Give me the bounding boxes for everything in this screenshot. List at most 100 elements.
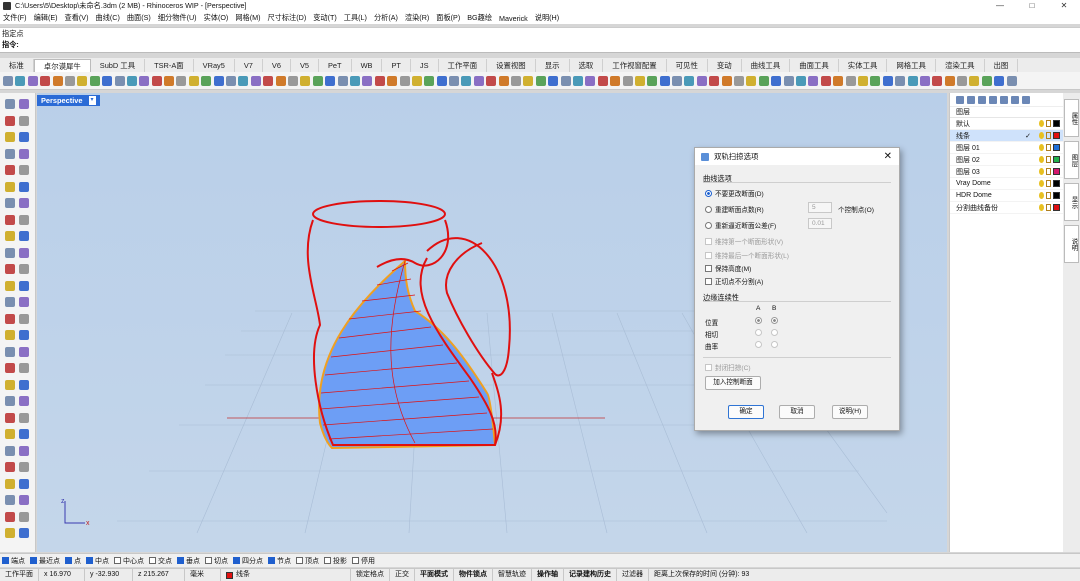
minimize-button[interactable]: — xyxy=(984,0,1016,12)
toolbar-tool-icon[interactable] xyxy=(126,75,137,86)
toolbar-tool-icon[interactable] xyxy=(895,75,906,86)
menu-item[interactable]: 曲面(S) xyxy=(127,13,151,23)
toolbar-tool-icon[interactable] xyxy=(882,75,893,86)
toolbar-tool-icon[interactable] xyxy=(585,75,596,86)
toolbar-tool-icon[interactable] xyxy=(89,75,100,86)
menu-item[interactable]: 网格(M) xyxy=(235,13,260,23)
maximize-button[interactable]: □ xyxy=(1016,0,1048,12)
cplane-label[interactable]: 工作平面 xyxy=(0,569,39,581)
left-tool-icon[interactable] xyxy=(5,379,15,390)
lock-icon[interactable] xyxy=(1046,156,1051,163)
toolbar-tool-icon[interactable] xyxy=(461,75,472,86)
visible-bulb-icon[interactable] xyxy=(1039,120,1044,127)
layer-color-swatch[interactable] xyxy=(1053,168,1060,175)
toolbar-tool-icon[interactable] xyxy=(721,75,732,86)
toolbar-tool-icon[interactable] xyxy=(275,75,286,86)
toolbar-tool-icon[interactable] xyxy=(932,75,943,86)
left-tool-icon[interactable] xyxy=(19,214,29,225)
toolbar-tool-icon[interactable] xyxy=(622,75,633,86)
lock-icon[interactable] xyxy=(1046,132,1051,139)
toolbar-tool-icon[interactable] xyxy=(597,75,608,86)
visible-bulb-icon[interactable] xyxy=(1039,132,1044,139)
layer-row[interactable]: 分割曲线备份 xyxy=(950,202,1063,214)
toolbar-tool-icon[interactable] xyxy=(771,75,782,86)
toolbar-tool-icon[interactable] xyxy=(27,75,38,86)
toolbar-tool-icon[interactable] xyxy=(672,75,683,86)
layer-color-swatch[interactable] xyxy=(1053,204,1060,211)
left-tool-icon[interactable] xyxy=(5,297,15,307)
visible-bulb-icon[interactable] xyxy=(1039,204,1044,211)
left-tool-icon[interactable] xyxy=(5,511,15,522)
toolbar-tool-icon[interactable] xyxy=(845,75,856,86)
toolbar-tool-icon[interactable] xyxy=(64,75,75,86)
toolbar-tool-icon[interactable] xyxy=(684,75,695,86)
osnap-toggle[interactable]: 垂点 xyxy=(177,556,200,566)
toolbar-tool-icon[interactable] xyxy=(572,75,583,86)
left-tool-icon[interactable] xyxy=(5,148,15,159)
toolbar-tool-icon[interactable] xyxy=(746,75,757,86)
radio-a-position[interactable] xyxy=(755,317,762,324)
toolbar-tool-icon[interactable] xyxy=(808,75,819,86)
toolbar-tab[interactable]: SubD 工具 xyxy=(91,59,146,72)
toolbar-tab[interactable]: 出图 xyxy=(985,59,1019,72)
osnap-checkbox[interactable] xyxy=(65,557,72,564)
viewport-menu-icon[interactable]: ▾ xyxy=(88,96,96,105)
osnap-checkbox[interactable] xyxy=(352,557,359,564)
toolbar-tool-icon[interactable] xyxy=(40,75,51,86)
left-tool-icon[interactable] xyxy=(5,462,15,472)
side-tab[interactable]: 属性 xyxy=(1064,99,1079,137)
toolbar-tool-icon[interactable] xyxy=(263,75,274,86)
menu-item[interactable]: 工具(L) xyxy=(344,13,367,23)
toolbar-tool-icon[interactable] xyxy=(1006,75,1017,86)
option-no-change[interactable]: 不要更改断面(D) xyxy=(705,188,764,198)
toolbar-tool-icon[interactable] xyxy=(3,75,13,86)
left-tool-icon[interactable] xyxy=(19,429,29,439)
toolbar-tab[interactable]: WB xyxy=(352,59,383,72)
ok-button[interactable]: 确定 xyxy=(728,405,764,419)
osnap-checkbox[interactable] xyxy=(268,557,275,564)
left-tool-icon[interactable] xyxy=(19,297,29,307)
toolbar-tool-icon[interactable] xyxy=(77,75,88,86)
left-tool-icon[interactable] xyxy=(19,115,29,126)
command-prompt[interactable]: 指令: xyxy=(0,39,1080,50)
radio-a-curvature[interactable] xyxy=(755,341,762,348)
toolbar-tool-icon[interactable] xyxy=(139,75,150,86)
side-tab[interactable]: 显示 xyxy=(1064,183,1079,221)
swept-surface[interactable] xyxy=(318,258,497,450)
left-tool-icon[interactable] xyxy=(19,445,29,456)
toolbar-tool-icon[interactable] xyxy=(349,75,360,86)
toolbar-tool-icon[interactable] xyxy=(300,75,311,86)
status-toggle-button[interactable]: 正交 xyxy=(390,569,415,581)
osnap-checkbox[interactable] xyxy=(324,557,331,564)
layer-color-swatch[interactable] xyxy=(1053,132,1060,139)
lock-icon[interactable] xyxy=(1046,120,1051,127)
new-sublayer-icon[interactable] xyxy=(967,95,975,104)
toolbar-tool-icon[interactable] xyxy=(226,75,237,86)
layer-color-swatch[interactable] xyxy=(1053,120,1060,127)
toolbar-tool-icon[interactable] xyxy=(734,75,745,86)
left-tool-icon[interactable] xyxy=(5,478,15,489)
toolbar-tool-icon[interactable] xyxy=(15,75,26,86)
left-tool-icon[interactable] xyxy=(5,429,15,439)
left-tool-icon[interactable] xyxy=(19,495,29,505)
toolbar-tool-icon[interactable] xyxy=(114,75,125,86)
left-tool-icon[interactable] xyxy=(5,165,15,175)
menu-item[interactable]: BG趣绘 xyxy=(467,13,492,23)
radio-b-curvature[interactable] xyxy=(771,341,778,348)
left-tool-icon[interactable] xyxy=(5,99,15,109)
toolbar-tab[interactable]: 变动 xyxy=(708,59,742,72)
toolbar-tool-icon[interactable] xyxy=(362,75,373,86)
toolbar-tab[interactable]: V6 xyxy=(263,59,291,72)
toolbar-tool-icon[interactable] xyxy=(176,75,187,86)
toolbar-tool-icon[interactable] xyxy=(523,75,534,86)
close-window-button[interactable]: ✕ xyxy=(1048,0,1080,12)
option-refit[interactable]: 重新逼近断面公差(F) xyxy=(705,220,776,230)
layer-row[interactable]: 默认 xyxy=(950,118,1063,130)
lock-icon[interactable] xyxy=(1046,144,1051,151)
toolbar-tab[interactable]: 卓尔谟犀牛 xyxy=(33,59,91,72)
left-tool-icon[interactable] xyxy=(5,198,15,208)
toolbar-tool-icon[interactable] xyxy=(164,75,175,86)
lock-icon[interactable] xyxy=(1046,192,1051,199)
osnap-checkbox[interactable] xyxy=(205,557,212,564)
lock-icon[interactable] xyxy=(1046,168,1051,175)
